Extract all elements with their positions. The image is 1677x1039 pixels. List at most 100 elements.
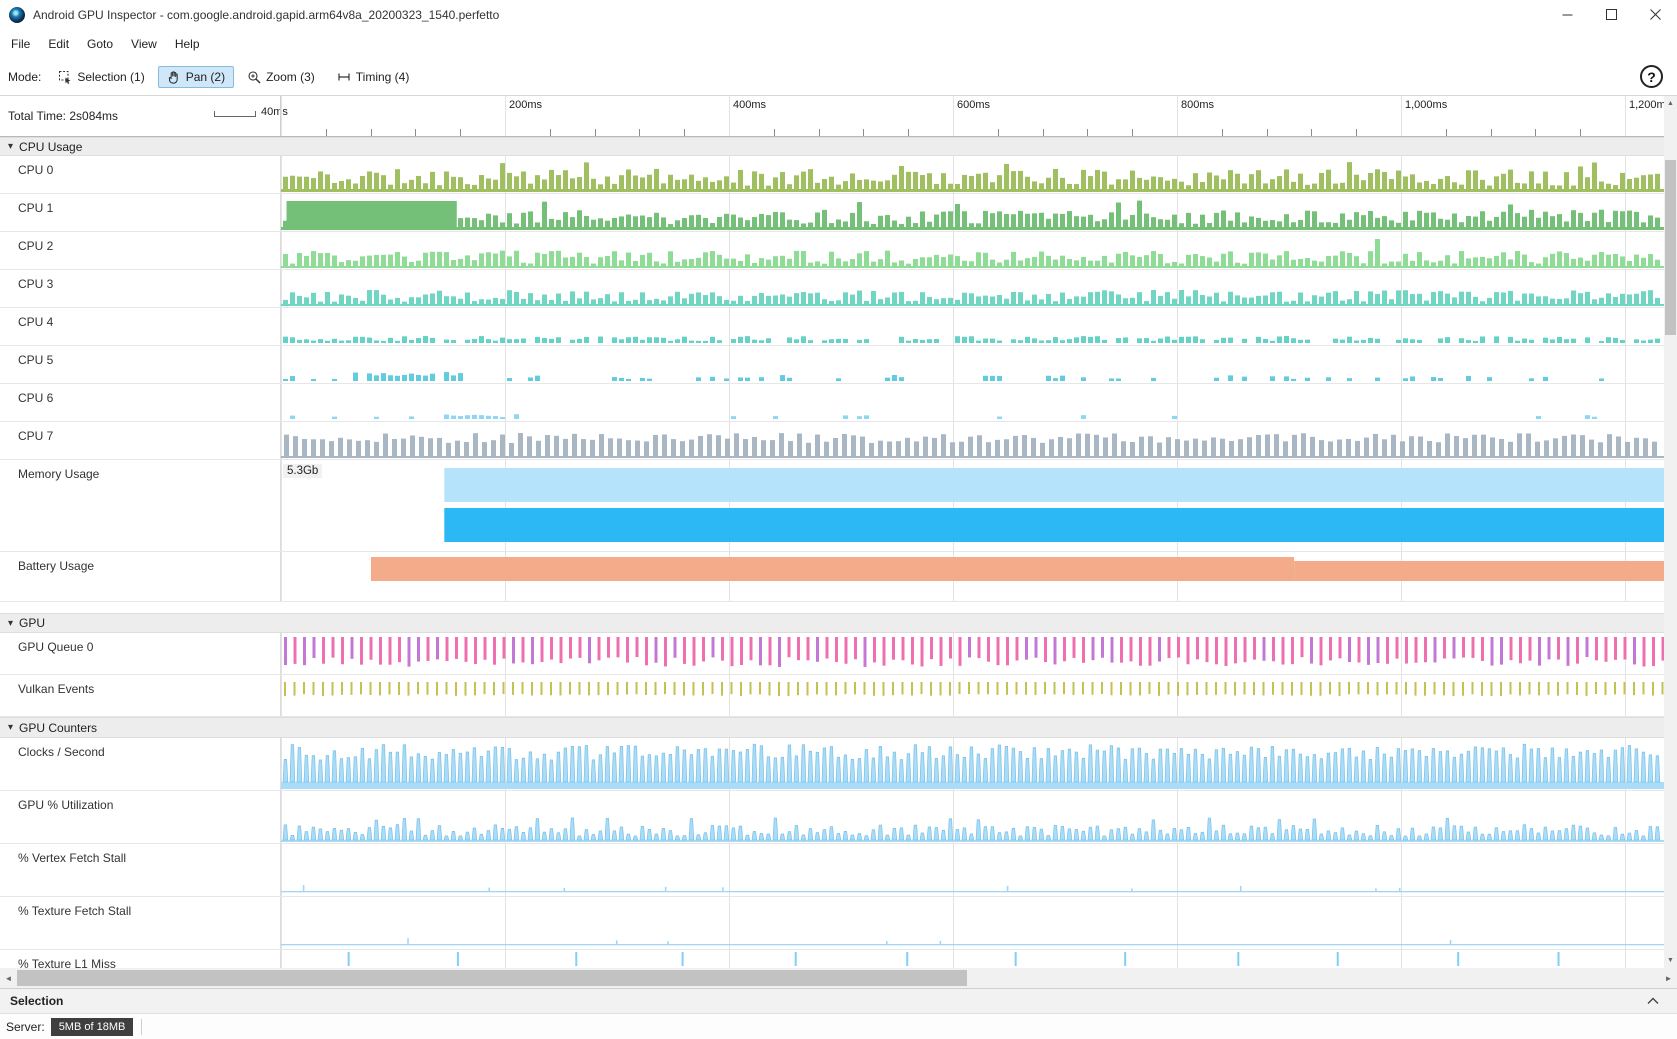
track-label: Memory Usage — [18, 467, 99, 481]
track-label-cell: GPU % Utilization — [0, 791, 280, 843]
section-label: CPU Usage — [19, 140, 82, 154]
track-label-cell: CPU 6 — [0, 384, 280, 421]
track-label: Clocks / Second — [18, 745, 105, 759]
track-row-vulkan-events: Vulkan Events — [0, 675, 1664, 717]
ruler-tick-label: 1,000ms — [1405, 99, 1447, 111]
scroll-up-arrow-icon[interactable]: ▲ — [1664, 96, 1677, 111]
server-memory-badge: 5MB of 18MB — [51, 1018, 134, 1036]
ruler-minor-tick — [998, 129, 999, 136]
track-label: CPU 7 — [18, 429, 53, 443]
minimize-button[interactable] — [1545, 0, 1589, 30]
ruler-minor-tick — [460, 129, 461, 136]
menu-file[interactable]: File — [2, 33, 39, 55]
track-chart-clocks-second[interactable] — [280, 738, 1664, 790]
maximize-button[interactable] — [1589, 0, 1633, 30]
mode-pan-label: Pan (2) — [186, 70, 225, 84]
menu-view[interactable]: View — [122, 33, 166, 55]
chart-canvas — [281, 422, 1664, 459]
track-row-cpu-3: CPU 3 — [0, 270, 1664, 308]
menu-help[interactable]: Help — [166, 33, 209, 55]
track-label-cell: GPU Queue 0 — [0, 633, 280, 674]
track-label: CPU 3 — [18, 277, 53, 291]
horizontal-scroll-thumb[interactable] — [17, 970, 967, 986]
menu-bar: FileEditGotoViewHelp — [0, 30, 1677, 58]
chart-canvas — [281, 232, 1664, 269]
section-label: GPU — [19, 616, 45, 630]
toolbar: Mode: Selection (1) Pan (2) Zoom (3)Timing… — [0, 58, 1677, 96]
ruler-minor-tick — [595, 129, 596, 136]
ruler-tick-label: 600ms — [957, 99, 990, 111]
app-logo-icon — [9, 7, 25, 23]
track-chart-cpu-1[interactable] — [280, 194, 1664, 231]
track-chart-texture-fetch-stall[interactable] — [280, 897, 1664, 949]
vertical-scrollbar[interactable]: ▲ ▼ — [1664, 96, 1677, 968]
track-label: CPU 2 — [18, 239, 53, 253]
window-title: Android GPU Inspector - com.google.andro… — [33, 8, 499, 22]
ruler-minor-tick — [371, 129, 372, 136]
selection-panel-header[interactable]: Selection — [0, 988, 1677, 1013]
ruler-minor-tick — [1043, 129, 1044, 136]
chart-canvas — [281, 675, 1664, 716]
track-row-cpu-6: CPU 6 — [0, 384, 1664, 422]
mode-selection-button[interactable]: Selection (1) — [49, 66, 153, 88]
track-chart-cpu-5[interactable] — [280, 346, 1664, 383]
chart-canvas — [281, 791, 1664, 843]
track-label: CPU 0 — [18, 163, 53, 177]
ruler-tick-label: 1,200ms — [1629, 99, 1664, 111]
track-chart-cpu-4[interactable] — [280, 308, 1664, 345]
vertical-scroll-thumb[interactable] — [1665, 160, 1676, 335]
collapse-arrow-icon: ▾ — [8, 618, 13, 629]
track-chart-battery-usage[interactable] — [280, 552, 1664, 601]
chart-canvas — [281, 897, 1664, 949]
expand-panel-chevron-icon[interactable] — [1647, 997, 1659, 1005]
scroll-down-arrow-icon[interactable]: ▼ — [1664, 953, 1677, 968]
title-bar: Android GPU Inspector - com.google.andro… — [0, 0, 1677, 30]
mode-label: Mode: — [8, 70, 41, 84]
track-label: CPU 1 — [18, 201, 53, 215]
track-label-cell: CPU 5 — [0, 346, 280, 383]
track-label-cell: % Texture Fetch Stall — [0, 897, 280, 949]
ruler-minor-tick — [326, 129, 327, 136]
track-chart-cpu-3[interactable] — [280, 270, 1664, 307]
horizontal-scrollbar[interactable]: ◄ ► — [0, 968, 1677, 988]
track-chart-gpu-utilization[interactable] — [280, 791, 1664, 843]
track-label-cell: Memory Usage — [0, 460, 280, 551]
menu-goto[interactable]: Goto — [78, 33, 122, 55]
track-chart-cpu-6[interactable] — [280, 384, 1664, 421]
track-row-vertex-fetch-stall: % Vertex Fetch Stall — [0, 844, 1664, 897]
track-label: CPU 6 — [18, 391, 53, 405]
track-chart-gpu-queue-0[interactable] — [280, 633, 1664, 674]
track-chart-cpu-7[interactable] — [280, 422, 1664, 459]
track-spacer — [0, 602, 1664, 613]
close-button[interactable] — [1633, 0, 1677, 30]
ruler-summary: Total Time: 2s084ms 40ms — [0, 96, 280, 136]
track-label-cell: % Vertex Fetch Stall — [0, 844, 280, 896]
mode-timing-button[interactable]: Timing (4) — [328, 66, 419, 88]
ruler-minor-tick — [819, 129, 820, 136]
scroll-left-arrow-icon[interactable]: ◄ — [0, 968, 17, 988]
track-chart-cpu-0[interactable] — [280, 156, 1664, 193]
chart-canvas — [281, 552, 1664, 601]
help-button[interactable]: ? — [1640, 65, 1663, 88]
track-label: Battery Usage — [18, 559, 94, 573]
mode-zoom-button[interactable]: Zoom (3) — [238, 66, 324, 88]
track-chart-vulkan-events[interactable] — [280, 675, 1664, 716]
track-chart-memory-usage[interactable]: 5.3Gb — [280, 460, 1664, 551]
chart-canvas — [281, 738, 1664, 790]
track-row-texture-fetch-stall: % Texture Fetch Stall — [0, 897, 1664, 950]
section-cpu-usage[interactable]: ▾ CPU Usage — [0, 137, 1664, 156]
ruler-scale-area[interactable]: 200ms400ms600ms800ms1,000ms1,200ms — [280, 96, 1664, 136]
chart-canvas — [281, 194, 1664, 231]
mode-pan-button[interactable]: Pan (2) — [158, 66, 234, 88]
section-gpu[interactable]: ▾ GPU — [0, 613, 1664, 633]
section-gpu-counters[interactable]: ▾GPU Counters — [0, 717, 1664, 738]
scroll-right-arrow-icon[interactable]: ► — [1660, 968, 1677, 988]
track-chart-cpu-2[interactable] — [280, 232, 1664, 269]
track-label-cell: % Texture L1 Miss — [0, 950, 280, 968]
menu-edit[interactable]: Edit — [39, 33, 78, 55]
track-chart-texture-l1-miss[interactable] — [280, 950, 1664, 968]
ruler-tick-label: 200ms — [509, 99, 542, 111]
track-label: CPU 5 — [18, 353, 53, 367]
collapse-arrow-icon: ▾ — [8, 141, 13, 152]
track-chart-vertex-fetch-stall[interactable] — [280, 844, 1664, 896]
